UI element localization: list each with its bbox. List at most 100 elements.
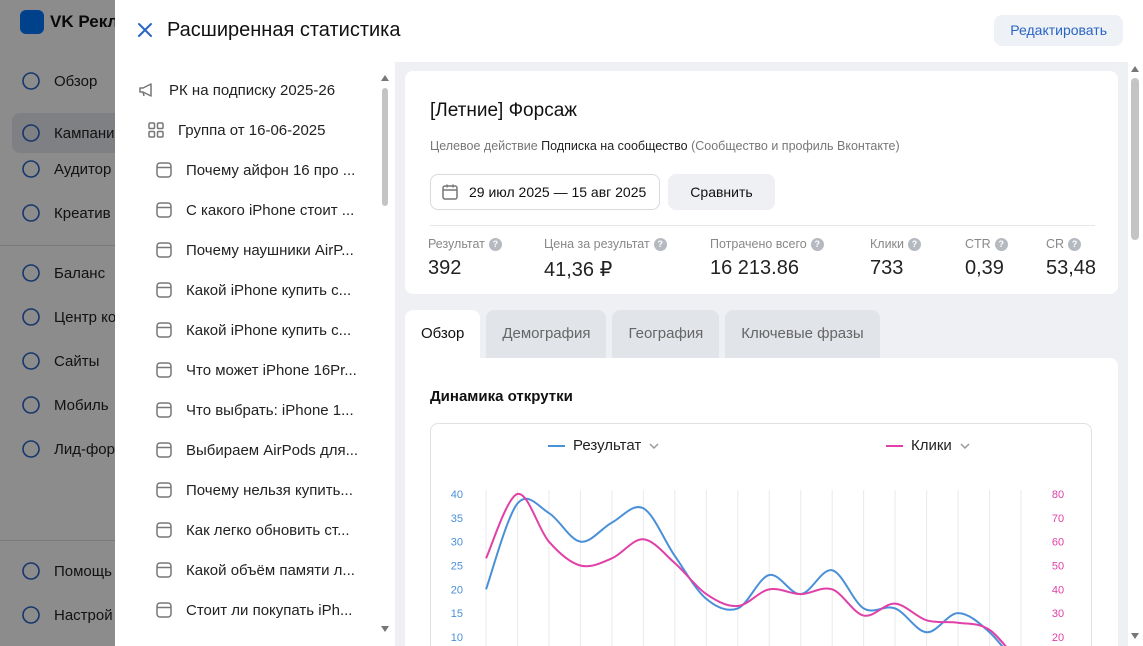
- tree-item-ad[interactable]: Какой iPhone купить с...: [154, 280, 351, 300]
- campaign-tree: РК на подписку 2025-26 Группа от 16-06-2…: [115, 70, 395, 646]
- help-icon[interactable]: ?: [488, 237, 502, 251]
- tree-item-ad[interactable]: Почему нельзя купить...: [154, 480, 353, 500]
- metric-value: 392: [428, 257, 462, 279]
- y-left-tick: 30: [451, 537, 463, 549]
- y-right-tick: 20: [1052, 632, 1064, 644]
- y-right-tick: 40: [1052, 584, 1064, 596]
- series-line-result[interactable]: [485, 497, 1021, 646]
- y-left-tick: 35: [451, 513, 463, 525]
- metric-label-text: CR: [1046, 237, 1065, 251]
- y-left-tick: 40: [451, 489, 463, 501]
- tree-item-ad[interactable]: Почему наушники AirP...: [154, 240, 354, 260]
- close-icon[interactable]: [135, 20, 155, 40]
- tree-item-label: С какого iPhone стоит ...: [186, 201, 355, 219]
- calendar-icon: [442, 184, 458, 200]
- tree-item-ad[interactable]: Как легко обновить ст...: [154, 520, 350, 540]
- tree-item-campaign[interactable]: РК на подписку 2025-26: [137, 80, 335, 100]
- tree-item-label: Стоит ли покупать iPh...: [186, 601, 353, 619]
- edit-button[interactable]: Редактировать: [994, 15, 1123, 46]
- ad-card-icon: [154, 560, 174, 580]
- tree-item-label: Как легко обновить ст...: [186, 521, 350, 539]
- tree-item-ad[interactable]: С какого iPhone стоит ...: [154, 200, 354, 220]
- target-action: Целевое действие Подписка на сообщество …: [430, 139, 900, 153]
- help-icon[interactable]: ?: [908, 237, 922, 251]
- content-scroll-up-icon[interactable]: [1131, 66, 1139, 72]
- ad-card-icon: [154, 600, 174, 620]
- help-icon[interactable]: ?: [994, 237, 1008, 251]
- metric-label-text: Цена за результат: [544, 237, 650, 251]
- metric: Цена за результат? 41,36 ₽: [544, 237, 667, 282]
- tree-item-ad[interactable]: Стоит ли покупать iPh...: [154, 600, 352, 620]
- metric: CTR? 0,39: [965, 237, 1008, 280]
- metric-value: 733: [870, 257, 904, 279]
- stats-content: [Летние] Форсаж Целевое действие Подписк…: [395, 62, 1143, 646]
- content-scrollbar-thumb[interactable]: [1131, 78, 1139, 240]
- tree-item-label: РК на подписку 2025-26: [169, 81, 336, 99]
- tree-item-label: Почему наушники AirP...: [186, 241, 354, 259]
- metric-value: 16 213.86: [710, 257, 799, 279]
- tab[interactable]: Обзор: [405, 310, 481, 358]
- y-left-tick: 15: [451, 608, 463, 620]
- chart-title: Динамика открутки: [430, 388, 573, 405]
- y-left-tick: 25: [451, 561, 463, 573]
- metric-label: Потрачено всего?: [710, 237, 824, 251]
- grid-icon: [146, 120, 166, 140]
- tree-item-label: Группа от 16-06-2025: [178, 121, 326, 139]
- panel-title: Расширенная статистика: [167, 19, 401, 41]
- content-scroll-down-icon[interactable]: [1131, 633, 1139, 639]
- compare-button[interactable]: Сравнить: [668, 174, 775, 210]
- metric-label-text: Потрачено всего: [710, 237, 807, 251]
- tab[interactable]: География: [612, 310, 720, 358]
- stats-tabs: Обзор Демография География Ключевые фразы: [405, 310, 880, 358]
- tree-item-ad[interactable]: Что выбрать: iPhone 1...: [154, 400, 354, 420]
- divider: [430, 225, 1095, 226]
- modal-overlay[interactable]: [0, 0, 115, 646]
- help-icon[interactable]: ?: [653, 237, 667, 251]
- tree-item-ad[interactable]: Что может iPhone 16Pr...: [154, 360, 357, 380]
- delivery-chart: Результат Клики 40 35 30 25 20 15 10 80 70 60 50 40…: [430, 423, 1092, 646]
- y-right-tick: 70: [1052, 513, 1064, 525]
- tree-scroll-up-icon[interactable]: [381, 75, 389, 81]
- metric-label: Результат?: [428, 237, 502, 251]
- metric-value: 0,39: [965, 257, 1004, 279]
- metric-value: 41,36 ₽: [544, 259, 613, 281]
- metric: Потрачено всего? 16 213.86: [710, 237, 824, 280]
- help-icon[interactable]: ?: [1068, 237, 1082, 251]
- metric-label: Клики?: [870, 237, 922, 251]
- metric: CR? 53,48: [1046, 237, 1096, 280]
- tree-item-label: Какой iPhone купить с...: [186, 281, 352, 299]
- y-right-tick: 80: [1052, 489, 1064, 501]
- tree-item-ad[interactable]: Выбираем AirPods для...: [154, 440, 358, 460]
- ad-card-icon: [154, 200, 174, 220]
- target-action-label: Целевое действие: [430, 139, 538, 153]
- metric: Клики? 733: [870, 237, 922, 280]
- panel-header: Расширенная статистика Редактировать: [115, 0, 1143, 62]
- tree-item-group[interactable]: Группа от 16-06-2025: [146, 120, 326, 140]
- tree-item-label: Почему айфон 16 про ...: [186, 161, 356, 179]
- date-range-picker[interactable]: 29 июл 2025 — 15 авг 2025: [430, 174, 660, 210]
- metric-label: CR?: [1046, 237, 1096, 251]
- y-left-tick: 20: [451, 584, 463, 596]
- tree-item-ad[interactable]: Какой iPhone купить с...: [154, 320, 351, 340]
- tree-item-label: Что выбрать: iPhone 1...: [186, 401, 354, 419]
- chart-plot: 40 35 30 25 20 15 10 80 70 60 50 40 30 20: [451, 489, 1064, 646]
- y-right-tick: 50: [1052, 561, 1064, 573]
- y-right-tick: 30: [1052, 608, 1064, 620]
- tree-scrollbar-thumb[interactable]: [382, 88, 388, 206]
- y-right-tick: 60: [1052, 537, 1064, 549]
- ad-card-icon: [154, 280, 174, 300]
- help-icon[interactable]: ?: [810, 237, 824, 251]
- ad-summary-card: [Летние] Форсаж Целевое действие Подписк…: [405, 71, 1118, 294]
- y-left-tick: 10: [451, 632, 463, 644]
- overview-card: Динамика открутки Результат Клики 40 35 30…: [405, 358, 1118, 646]
- ad-card-icon: [154, 360, 174, 380]
- tab[interactable]: Демография: [486, 310, 607, 358]
- tree-item-ad[interactable]: Почему айфон 16 про ...: [154, 160, 355, 180]
- tree-item-ad[interactable]: Какой объём памяти л...: [154, 560, 355, 580]
- tab[interactable]: Ключевые фразы: [725, 310, 880, 358]
- metric-label: Цена за результат?: [544, 237, 667, 251]
- ad-title: [Летние] Форсаж: [430, 100, 577, 121]
- tree-scroll-down-icon[interactable]: [381, 626, 389, 632]
- metric-label-text: CTR: [965, 237, 991, 251]
- metric-label: CTR?: [965, 237, 1008, 251]
